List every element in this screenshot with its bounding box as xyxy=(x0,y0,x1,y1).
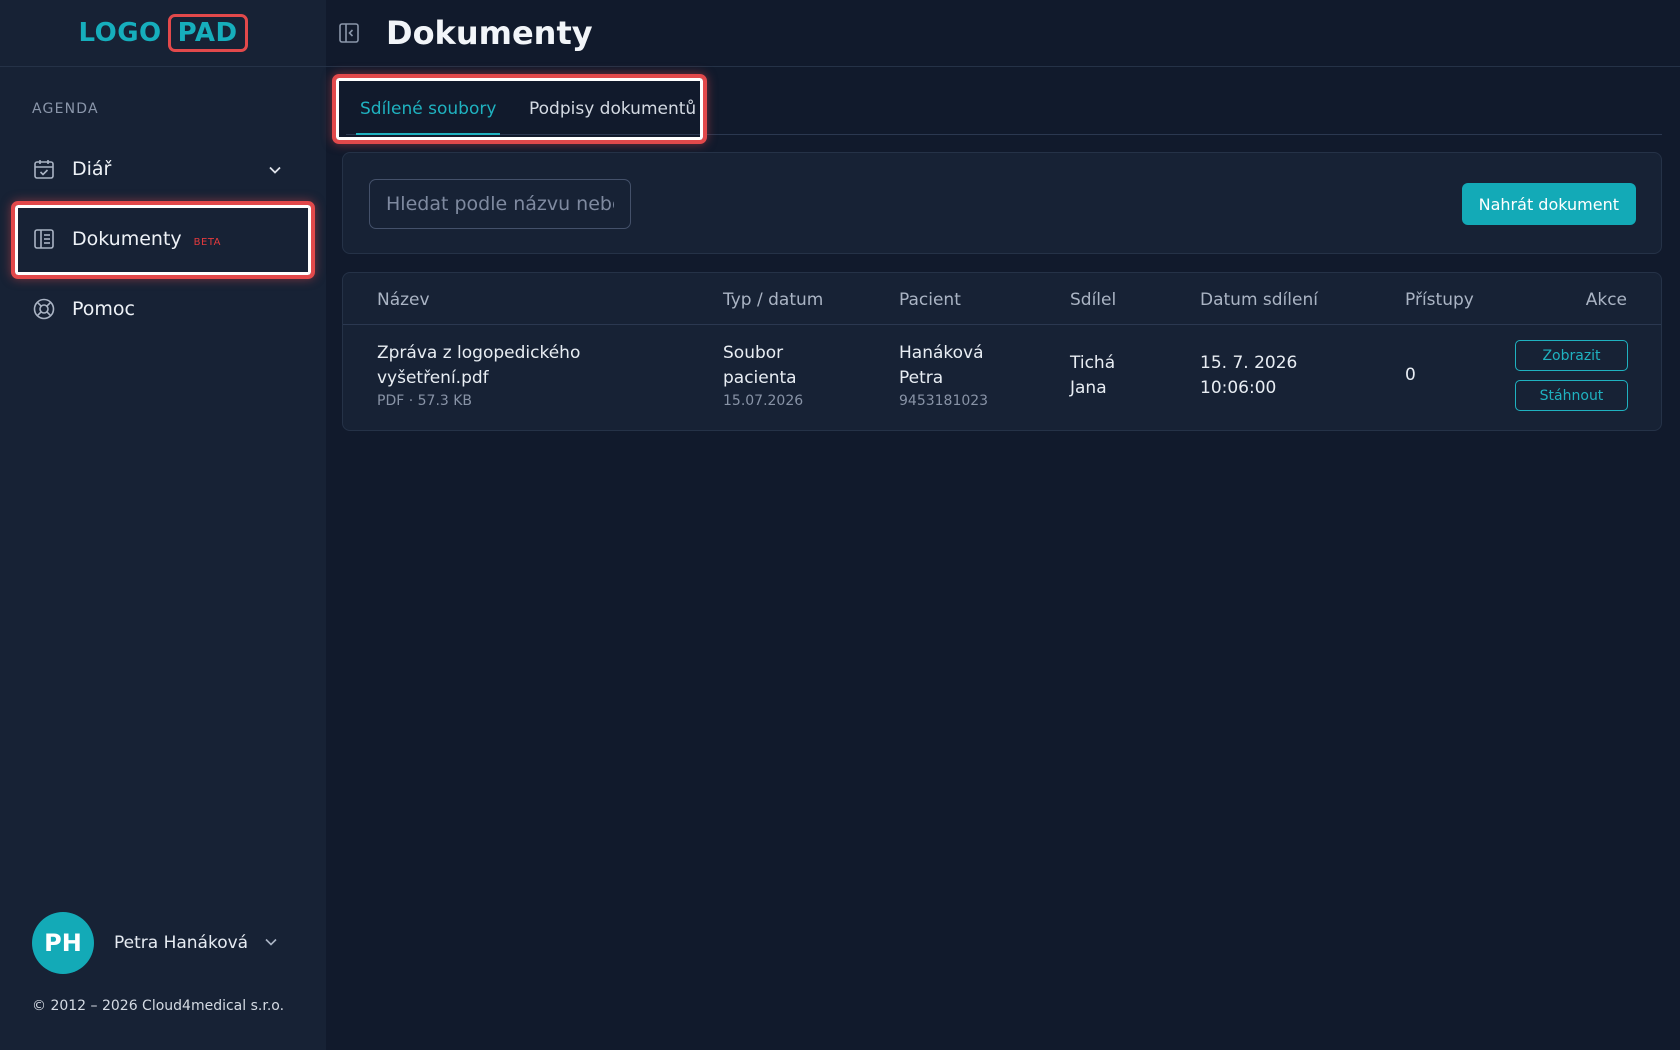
logo[interactable]: LOGO PAD xyxy=(78,13,248,53)
sidebar-item-label: Dokumenty xyxy=(72,228,182,250)
view-button[interactable]: Zobrazit xyxy=(1515,340,1628,371)
column-header-sdilel[interactable]: Sdílel xyxy=(1070,290,1116,310)
sidebar-item-dokumenty[interactable]: Dokumenty BETA xyxy=(32,212,294,266)
documents-table: Název Typ / datum Pacient Sdílel Datum s… xyxy=(342,272,1662,431)
cell-patient: Hanáková Petra 9453181023 xyxy=(899,341,988,411)
patient-id: 9453181023 xyxy=(899,393,989,409)
shared-date-line2: 10:06:00 xyxy=(1200,378,1277,398)
type-date: 15.07.2026 xyxy=(723,393,804,409)
lifebuoy-icon xyxy=(32,297,56,321)
column-header-datum-sdileni[interactable]: Datum sdílení xyxy=(1200,290,1318,310)
table-header: Název Typ / datum Pacient Sdílel Datum s… xyxy=(343,273,1661,325)
shared-by-line1: Tichá xyxy=(1070,353,1116,373)
column-header-akce: Akce xyxy=(1585,290,1627,310)
chevron-down-icon[interactable] xyxy=(264,934,278,953)
beta-badge: BETA xyxy=(193,236,222,248)
file-name-line2: vyšetření.pdf xyxy=(377,368,489,388)
upload-document-button[interactable]: Nahrát dokument xyxy=(1461,183,1636,225)
shared-by-line2: Jana xyxy=(1070,378,1107,398)
copyright: © 2012 – 2026 Cloud4medical s.r.o. xyxy=(32,998,285,1014)
cell-shared-date: 15. 7. 2026 10:06:00 xyxy=(1200,351,1297,401)
search-card: Nahrát dokument xyxy=(342,152,1662,254)
column-header-typ-datum[interactable]: Typ / datum xyxy=(723,290,823,310)
avatar: PH xyxy=(32,912,94,974)
column-header-pacient[interactable]: Pacient xyxy=(899,290,961,310)
cell-access-count: 0 xyxy=(1405,365,1416,385)
file-meta: PDF · 57.3 KB xyxy=(377,393,473,409)
patient-line1: Hanáková xyxy=(899,343,984,363)
main-content: Dokumenty Sdílené soubory Podpisy dokume… xyxy=(326,0,1680,1050)
logo-area: LOGO PAD xyxy=(0,0,326,67)
user-name: Petra Hanáková xyxy=(114,933,249,953)
cell-type: Soubor pacienta 15.07.2026 xyxy=(723,341,803,411)
shared-date-line1: 15. 7. 2026 xyxy=(1200,353,1298,373)
column-header-nazev[interactable]: Název xyxy=(377,290,430,310)
user-menu[interactable]: PH Petra Hanáková xyxy=(32,912,294,974)
type-line1: Soubor xyxy=(723,343,784,363)
type-line2: pacienta xyxy=(723,368,797,388)
chevron-down-icon[interactable] xyxy=(268,160,282,182)
sidebar: LOGO PAD AGENDA Diář Dokumenty BETA Pomo… xyxy=(0,0,326,1050)
calendar-check-icon xyxy=(32,157,56,181)
sidebar-item-diar[interactable]: Diář xyxy=(32,142,294,196)
logo-text-right: PAD xyxy=(167,13,248,53)
sidebar-item-label: Diář xyxy=(72,158,112,180)
section-label-agenda: AGENDA xyxy=(32,101,99,117)
file-name-line1: Zpráva z logopedického xyxy=(377,343,581,363)
cell-name: Zpráva z logopedického vyšetření.pdf PDF… xyxy=(377,341,580,411)
logo-text-left: LOGO xyxy=(78,18,162,48)
column-header-pristupy[interactable]: Přístupy xyxy=(1405,290,1474,310)
sidebar-item-label: Pomoc xyxy=(72,298,135,320)
search-input[interactable] xyxy=(369,179,631,229)
patient-line2: Petra xyxy=(899,368,944,388)
download-button[interactable]: Stáhnout xyxy=(1515,380,1628,411)
page-title: Dokumenty xyxy=(386,14,593,52)
highlight-box-tabs xyxy=(332,74,707,144)
sidebar-item-pomoc[interactable]: Pomoc xyxy=(32,282,294,336)
topbar: Dokumenty xyxy=(326,0,1680,67)
cell-shared-by: Tichá Jana xyxy=(1070,351,1115,401)
document-icon xyxy=(32,227,56,251)
sidebar-collapse-icon[interactable] xyxy=(336,20,362,46)
